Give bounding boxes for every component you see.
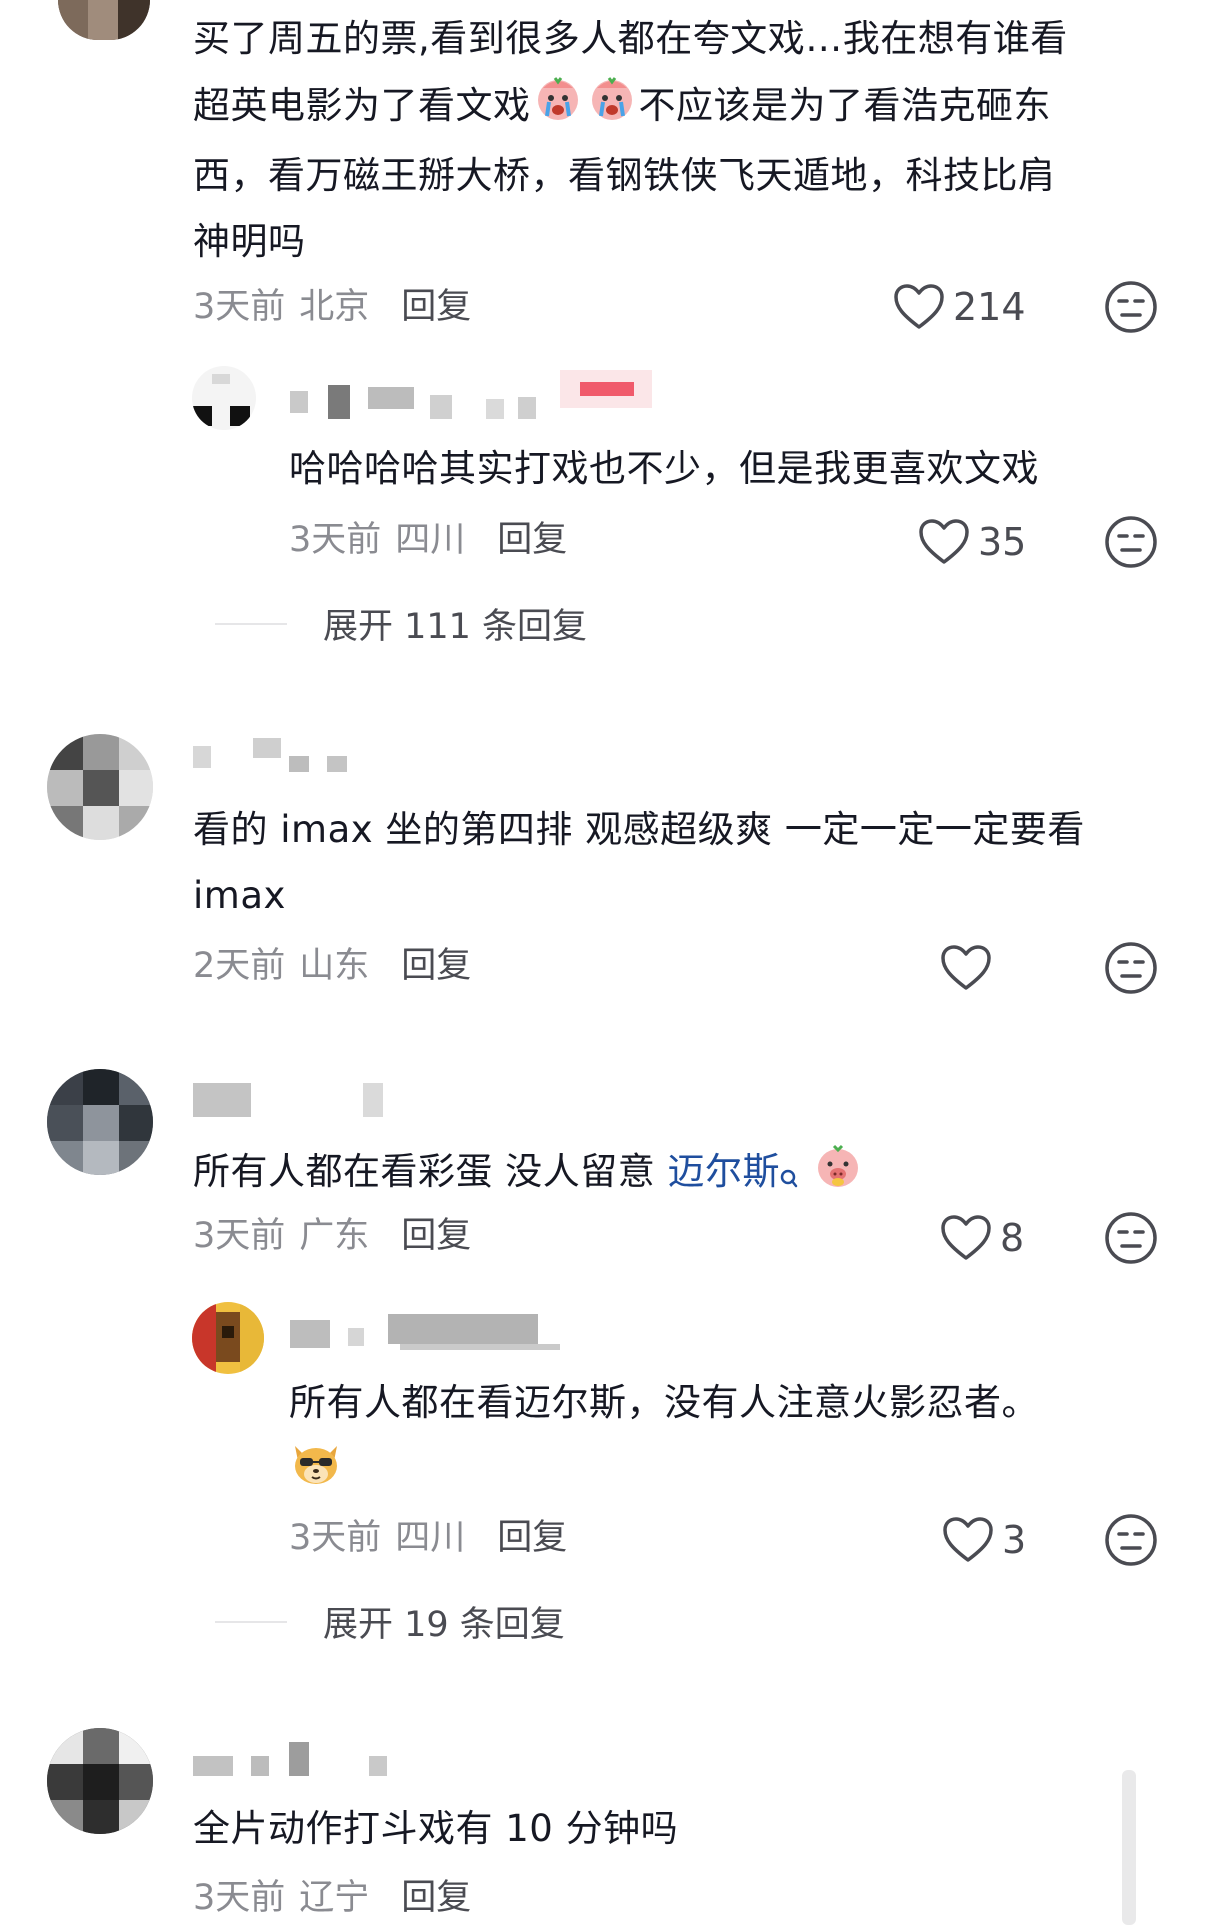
avatar[interactable] [47,734,153,840]
comment-text: 买了周五的票,看到很多人都在夸文戏…我在想有谁看 超英电影为了看文戏 不应该是为了… [193,6,1173,275]
reply-button[interactable]: 回复 [497,518,567,562]
comment-meta: 3天前 四川 回复 [289,1516,567,1560]
heart-icon [942,1516,994,1564]
meh-face-icon [1104,942,1158,999]
heart-icon [893,283,945,331]
avatar[interactable] [47,1069,153,1175]
avatar[interactable] [58,0,150,40]
search-icon[interactable] [780,1144,798,1210]
like-button[interactable]: 35 [918,514,1026,570]
comment-text: 看的 imax 坐的第四排 观感超级爽 一定一定一定要看 imax [193,797,1183,929]
mention-link[interactable]: 迈尔斯 [668,1150,781,1193]
comment-line: 超英电影为了看文戏 不应该是为了看浩克砸东 [193,72,1173,143]
comment-text: 全片动作打斗戏有 10 分钟吗 [193,1807,679,1850]
like-button[interactable] [940,940,992,996]
dislike-button[interactable] [1104,1211,1158,1265]
comment-location: 山东 [299,946,370,986]
comment-meta: 2天前 山东 回复 [193,944,471,988]
comment-location: 四川 [395,520,466,560]
comment-time: 3天前 [289,520,382,560]
heart-icon [918,518,970,566]
comment-time: 2天前 [193,946,286,986]
comment-line [289,1436,1169,1509]
author-badge [560,370,652,408]
divider [215,1620,287,1623]
dog-sunglasses-sticker-icon [289,1436,343,1509]
like-count: 35 [978,520,1027,564]
comment-location: 北京 [299,287,370,327]
comment-meta: 3天前 广东 回复 [193,1214,471,1258]
comment-line: 看的 imax 坐的第四排 观感超级爽 一定一定一定要看 [193,808,1085,851]
like-button[interactable]: 8 [940,1210,1024,1266]
comment-line: imax [193,874,286,917]
comment-line: 所有人都在看迈尔斯，没有人注意火影忍者。 [289,1381,1039,1424]
comment-meta: 3天前 北京 回复 [193,285,471,329]
expand-replies-button[interactable]: 展开 111 条回复 [215,598,587,649]
like-count: 3 [1002,1518,1027,1562]
meh-face-icon [1104,1212,1158,1269]
comment-location: 辽宁 [299,1878,370,1918]
divider [215,622,287,625]
avatar[interactable] [47,1728,153,1834]
comment-location: 广东 [299,1216,370,1256]
reply-button[interactable]: 回复 [401,944,471,988]
comment-time: 3天前 [289,1518,382,1558]
comment-time: 3天前 [193,1216,286,1256]
meh-face-icon [1104,1514,1158,1571]
comment-line: 买了周五的票,看到很多人都在夸文戏…我在想有谁看 [193,17,1068,60]
reply-button[interactable]: 回复 [401,285,471,329]
comment-text: 所有人都在看彩蛋 没人留意 迈尔斯 [193,1136,1183,1211]
comment-time: 3天前 [193,1878,286,1918]
comment-meta: 3天前 辽宁 回复 [193,1876,471,1920]
expand-replies-button[interactable]: 展开 19 条回复 [215,1596,565,1647]
dislike-button[interactable] [1104,941,1158,995]
dislike-button[interactable] [1104,515,1158,569]
dislike-button[interactable] [1104,280,1158,334]
reply-button[interactable]: 回复 [401,1876,471,1920]
comment-line: 西，看万磁王掰大桥，看钢铁侠飞天遁地，科技比肩 [193,154,1056,197]
heart-icon [940,944,992,992]
scrollbar[interactable] [1122,1770,1136,1925]
meh-face-icon [1104,281,1158,338]
like-count: 8 [1000,1216,1025,1260]
like-button[interactable]: 3 [942,1512,1026,1568]
crying-face-sticker-icon [531,72,585,143]
comment-text: 哈哈哈哈其实打戏也不少，但是我更喜欢文戏 [289,447,1039,490]
reply-button[interactable]: 回复 [497,1516,567,1560]
comment-line: 神明吗 [193,220,306,263]
username-blurred[interactable] [193,1742,423,1776]
like-count: 214 [953,285,1026,329]
heart-icon [940,1214,992,1262]
reply-button[interactable]: 回复 [401,1214,471,1258]
avatar[interactable] [192,366,256,430]
dislike-button[interactable] [1104,1513,1158,1567]
meh-face-icon [1104,516,1158,573]
expand-replies-label: 展开 19 条回复 [323,1605,565,1645]
comment-location: 四川 [395,1518,466,1558]
comment-text: 所有人都在看迈尔斯，没有人注意火影忍者。 [289,1370,1169,1509]
crying-face-sticker-icon [585,72,639,143]
username-blurred[interactable] [193,738,353,772]
avatar[interactable] [192,1302,264,1374]
comment-meta: 3天前 四川 回复 [289,518,567,562]
like-button[interactable]: 214 [893,279,1026,335]
username-blurred[interactable] [290,1314,590,1350]
pig-sticker-icon [812,1136,864,1211]
expand-replies-label: 展开 111 条回复 [323,607,588,647]
comment-time: 3天前 [193,287,286,327]
username-blurred[interactable] [193,1083,393,1117]
